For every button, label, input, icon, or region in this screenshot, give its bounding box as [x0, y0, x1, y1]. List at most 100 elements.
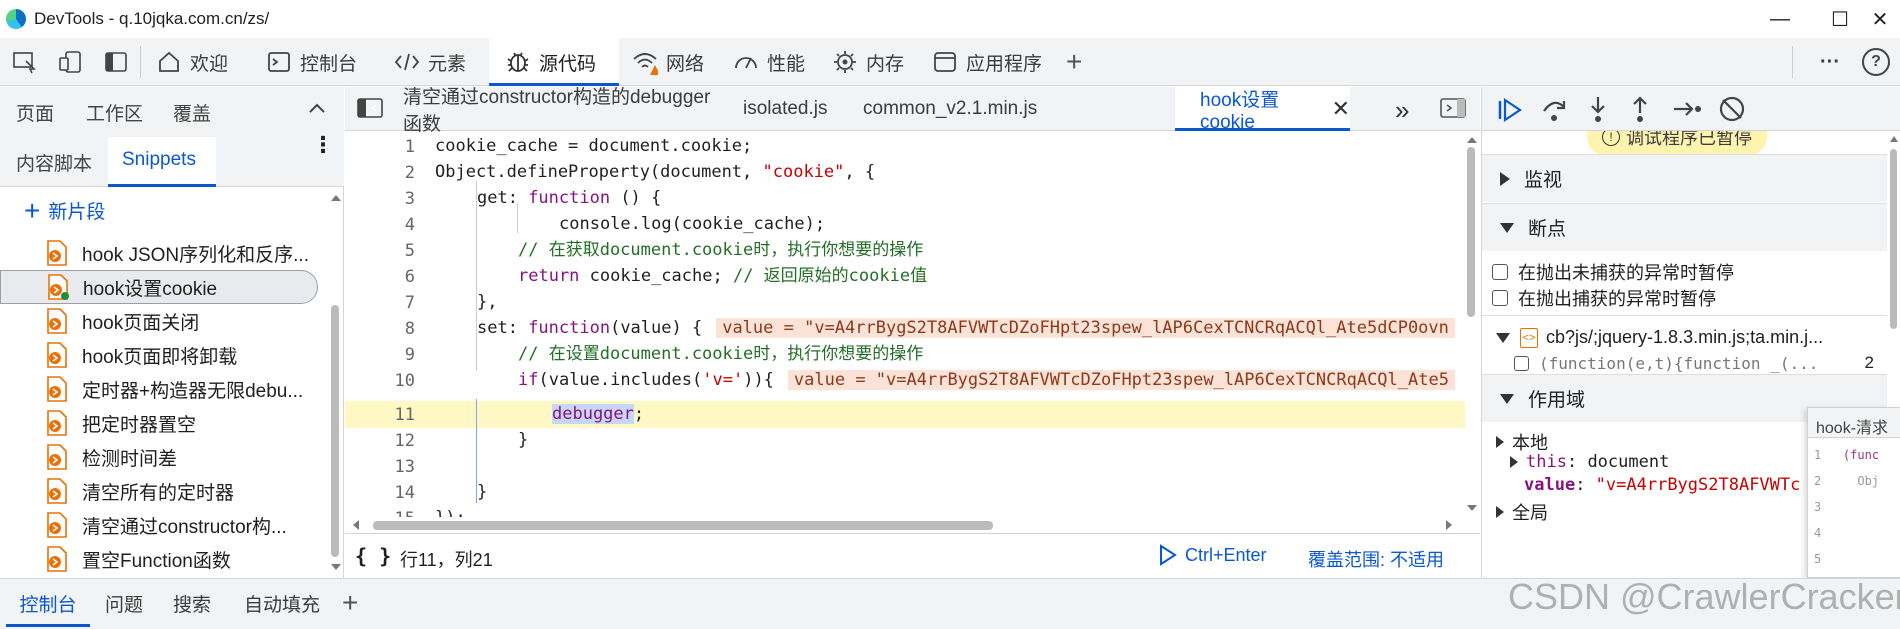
- line-number[interactable]: 13: [345, 457, 415, 477]
- watch-section-header[interactable]: 监视: [1482, 154, 1887, 202]
- checkbox[interactable]: [1492, 290, 1508, 306]
- more-tabs-icon[interactable]: »: [1395, 95, 1409, 126]
- line-number[interactable]: 8: [345, 319, 415, 339]
- toggle-navigator-icon[interactable]: [357, 97, 383, 126]
- editor-tab-isolated[interactable]: isolated.js: [735, 87, 855, 131]
- editor-tab-clear-constructor[interactable]: 清空通过constructor构造的debugger函数: [395, 87, 725, 135]
- nav-tab-workspace[interactable]: 工作区: [86, 99, 143, 126]
- inspect-element-icon[interactable]: [12, 50, 38, 74]
- snippet-label: 清空通过constructor构...: [82, 516, 287, 538]
- snippet-file-icon: [46, 410, 68, 436]
- main-toolbar: 欢迎 控制台 元素 源代码 网络 性能 内存 应用程序 + ··· ?: [0, 38, 1900, 86]
- toggle-sidebar-icon[interactable]: [104, 50, 130, 74]
- step-over-icon[interactable]: [1540, 95, 1568, 128]
- snippet-file-icon: [46, 342, 68, 368]
- tab-welcome[interactable]: 欢迎: [156, 38, 266, 86]
- navigator-scrollbar[interactable]: [326, 187, 344, 578]
- kebab-menu-icon[interactable]: ⋮: [312, 134, 334, 156]
- breakpoints-section-header[interactable]: 断点: [1482, 203, 1887, 251]
- pause-uncaught-checkbox[interactable]: 在抛出未捕获的异常时暂停: [1492, 259, 1734, 285]
- resume-icon[interactable]: [1496, 95, 1524, 128]
- drawer-tab-autofill[interactable]: 自动填充: [232, 579, 332, 627]
- nav-tab-content-scripts[interactable]: 内容脚本: [16, 149, 92, 176]
- nav-tab-overrides[interactable]: 覆盖: [173, 99, 211, 126]
- tab-application[interactable]: 应用程序: [932, 38, 1062, 86]
- help-icon[interactable]: ?: [1862, 48, 1890, 76]
- close-tab-icon[interactable]: ✕: [1332, 96, 1350, 122]
- nav-tab-pages[interactable]: 页面: [16, 99, 54, 126]
- snippet-item[interactable]: 清空所有的定时器: [0, 474, 318, 508]
- code-area[interactable]: 123456789101112131415 cookie_cache = doc…: [345, 131, 1465, 517]
- line-number[interactable]: 12: [345, 431, 415, 451]
- line-number[interactable]: 3: [345, 189, 415, 209]
- snippet-item[interactable]: 定时器+构造器无限debu...: [0, 372, 318, 406]
- snippet-item[interactable]: hook页面关闭: [0, 304, 318, 338]
- line-number[interactable]: 10: [345, 371, 415, 391]
- debugger-toolbar: [1482, 87, 1900, 131]
- step-into-icon[interactable]: [1586, 95, 1610, 128]
- tab-elements[interactable]: 元素: [394, 38, 494, 86]
- add-panel-button[interactable]: +: [1066, 38, 1096, 86]
- line-number[interactable]: 15: [345, 509, 415, 517]
- pretty-print-button[interactable]: { }: [355, 544, 391, 568]
- tab-console[interactable]: 控制台: [266, 38, 382, 86]
- snippet-item[interactable]: hook JSON序列化和反序...: [0, 236, 318, 270]
- editor-tab-hook-cookie[interactable]: hook设置cookie ✕: [1175, 87, 1350, 133]
- editor-vertical-scrollbar[interactable]: [1462, 131, 1480, 517]
- editor-horizontal-scrollbar[interactable]: [345, 517, 1462, 533]
- drawer-add-button[interactable]: +: [342, 579, 372, 627]
- device-emulation-icon[interactable]: [58, 50, 84, 74]
- snippet-item[interactable]: hook页面即将卸载: [0, 338, 318, 372]
- step-out-icon[interactable]: [1628, 95, 1652, 128]
- line-number[interactable]: 6: [345, 267, 415, 287]
- line-number[interactable]: 4: [345, 215, 415, 235]
- scope-key: this: [1526, 452, 1567, 472]
- inline-value-hint: value = "v=A4rrBygS2T8AFVWTcDZoFHpt23spe…: [716, 318, 1455, 338]
- line-number[interactable]: 9: [345, 345, 415, 365]
- line-number[interactable]: 11: [345, 405, 415, 425]
- snippet-item[interactable]: 置空Function函数: [0, 542, 318, 576]
- line-number[interactable]: 7: [345, 293, 415, 313]
- code-line-5: // 在获取document.cookie时，执行你想要的操作: [518, 240, 924, 260]
- snippet-item[interactable]: hook设置cookie: [0, 270, 318, 304]
- coverage-status[interactable]: 覆盖范围: 不适用: [1308, 546, 1444, 572]
- new-snippet-button[interactable]: + 新片段: [24, 196, 106, 224]
- step-icon[interactable]: [1672, 95, 1702, 128]
- breakpoint-entry[interactable]: (function(e,t){function _(... 2: [1514, 353, 1884, 373]
- checkbox[interactable]: [1492, 264, 1508, 280]
- collapse-chevron-icon[interactable]: [308, 99, 326, 120]
- line-number[interactable]: 2: [345, 163, 415, 183]
- breakpoint-file-entry[interactable]: <> cb?js/;jquery-1.8.3.min.js;ta.min.j..…: [1496, 327, 1823, 348]
- snippet-item[interactable]: 把定时器置空: [0, 406, 318, 440]
- checkbox[interactable]: [1514, 355, 1529, 371]
- nav-tab-snippets[interactable]: Snippets: [108, 137, 216, 187]
- tab-performance[interactable]: 性能: [733, 38, 833, 86]
- tab-sources[interactable]: 源代码: [489, 38, 619, 86]
- editor-tab-common[interactable]: common_v2.1.min.js: [855, 87, 1037, 131]
- line-number[interactable]: 5: [345, 241, 415, 261]
- performance-icon: [733, 49, 759, 75]
- drawer-tab-label: 控制台: [19, 594, 77, 616]
- drawer-tab-search[interactable]: 搜索: [164, 579, 220, 627]
- snippet-item[interactable]: 检测时间差: [0, 440, 318, 474]
- scope-value-entry[interactable]: value: "v=A4rrBygS2T8AFVWTc: [1524, 475, 1800, 495]
- run-snippet-button[interactable]: Ctrl+Enter: [1157, 544, 1267, 566]
- scope-this-entry[interactable]: this: document: [1510, 452, 1669, 472]
- tab-memory[interactable]: 内存: [832, 38, 932, 86]
- pause-caught-checkbox[interactable]: 在抛出捕获的异常时暂停: [1492, 285, 1716, 311]
- tab-network[interactable]: 网络: [632, 38, 732, 86]
- snippet-item[interactable]: 清空通过constructor构...: [0, 508, 318, 542]
- tab-network-label: 网络: [666, 53, 705, 75]
- new-snippet-label: 新片段: [48, 202, 106, 223]
- more-options-button[interactable]: ···: [1820, 38, 1850, 86]
- line-number[interactable]: 14: [345, 483, 415, 503]
- minimize-button[interactable]: —: [1750, 0, 1810, 38]
- scope-global[interactable]: 全局: [1496, 499, 1548, 525]
- drawer-tab-issues[interactable]: 问题: [96, 579, 152, 627]
- deactivate-breakpoints-icon[interactable]: [1718, 95, 1746, 128]
- drawer-tab-console[interactable]: 控制台: [6, 579, 90, 627]
- line-number[interactable]: 1: [345, 137, 415, 157]
- code-line-14: }: [477, 482, 488, 502]
- toggle-debugger-icon[interactable]: [1440, 97, 1468, 126]
- close-window-button[interactable]: ✕: [1850, 0, 1900, 38]
